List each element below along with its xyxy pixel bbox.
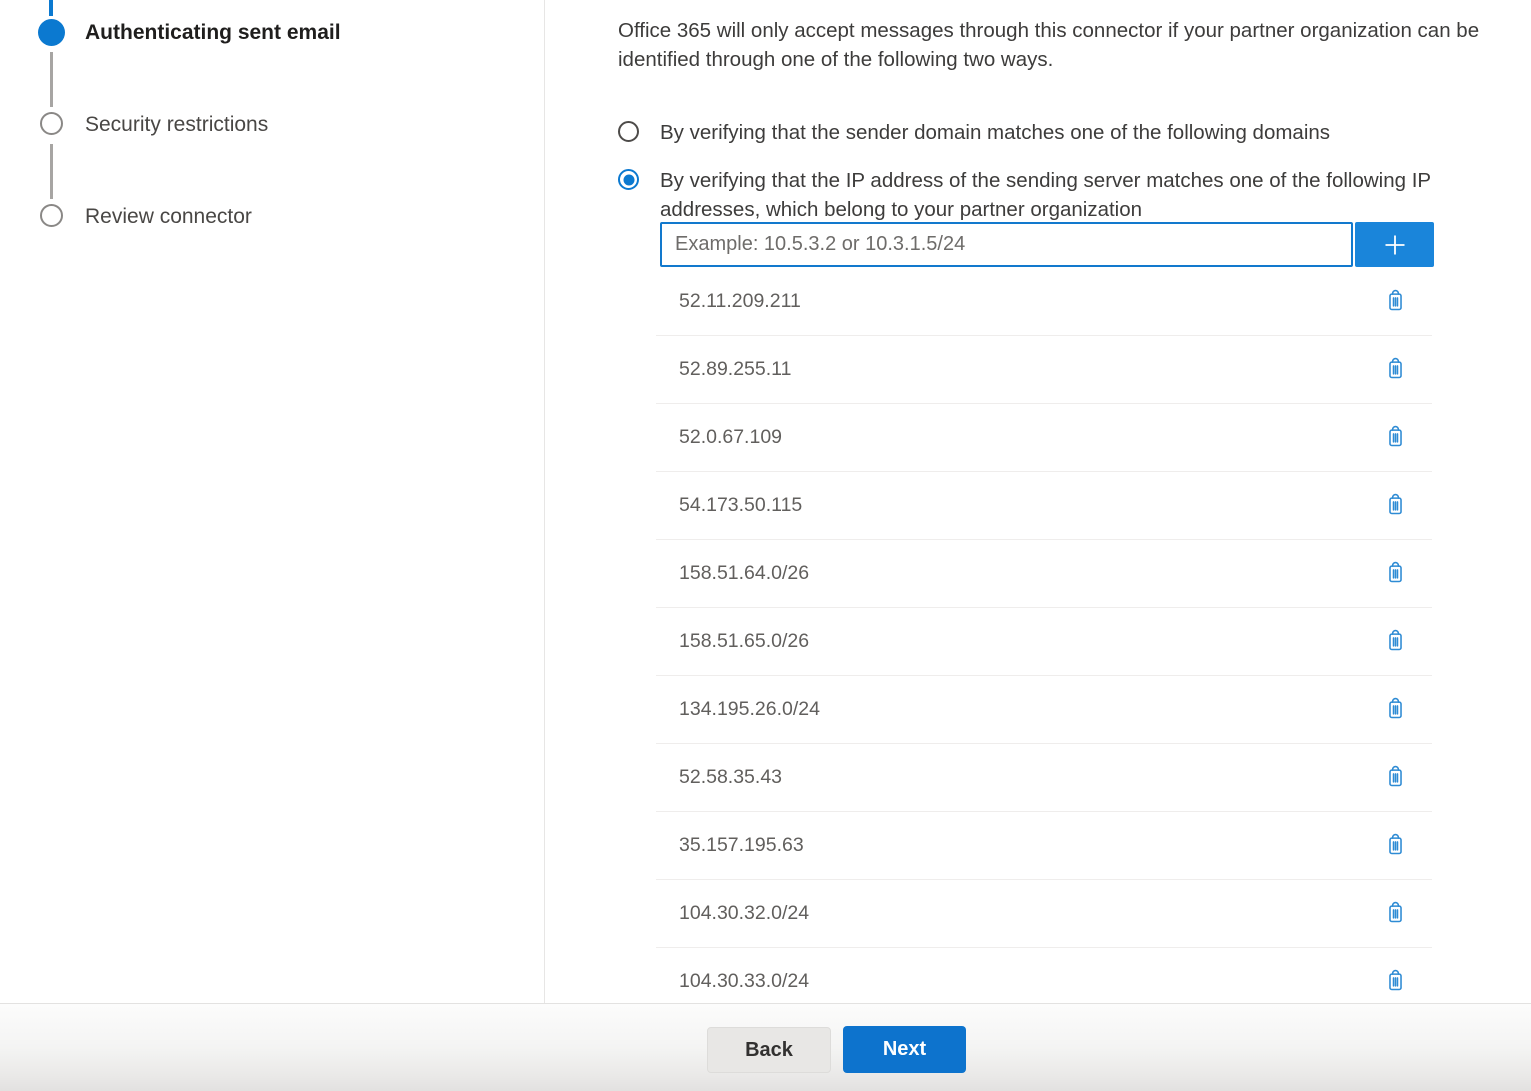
option-verify-ip-address[interactable]: By verifying that the IP address of the … xyxy=(618,166,1478,224)
ip-address-row: 104.30.33.0/24 xyxy=(656,948,1432,1003)
ip-address-value: 52.11.209.211 xyxy=(679,290,801,313)
radio-label-ip-address: By verifying that the IP address of the … xyxy=(660,166,1478,224)
ip-address-row: 158.51.65.0/26 xyxy=(656,608,1432,676)
ip-address-row: 52.58.35.43 xyxy=(656,744,1432,812)
ip-address-row: 52.0.67.109 xyxy=(656,404,1432,472)
delete-ip-button[interactable] xyxy=(1374,893,1416,935)
ip-address-value: 52.0.67.109 xyxy=(679,426,782,449)
trash-icon xyxy=(1383,493,1408,518)
wizard-step-content: Office 365 will only accept messages thr… xyxy=(546,0,1531,1003)
wizard-stepper: Authenticating sent email Security restr… xyxy=(0,0,545,1003)
radio-button-selected[interactable] xyxy=(618,169,639,190)
stepper-connector xyxy=(50,52,53,107)
ip-address-row: 158.51.64.0/26 xyxy=(656,540,1432,608)
delete-ip-button[interactable] xyxy=(1374,281,1416,323)
step-label-authenticating-sent-email: Authenticating sent email xyxy=(85,21,341,45)
ip-address-row: 35.157.195.63 xyxy=(656,812,1432,880)
delete-ip-button[interactable] xyxy=(1374,825,1416,867)
ip-address-value: 158.51.64.0/26 xyxy=(679,562,809,585)
radio-button-unselected[interactable] xyxy=(618,121,639,142)
trash-icon xyxy=(1383,833,1408,858)
delete-ip-button[interactable] xyxy=(1374,961,1416,1003)
step-description: Office 365 will only accept messages thr… xyxy=(618,16,1531,74)
trash-icon xyxy=(1383,901,1408,926)
stepper-progress-line xyxy=(49,0,53,16)
next-button[interactable]: Next xyxy=(843,1026,966,1073)
ip-address-value: 104.30.33.0/24 xyxy=(679,970,809,993)
delete-ip-button[interactable] xyxy=(1374,689,1416,731)
delete-ip-button[interactable] xyxy=(1374,417,1416,459)
ip-address-row: 134.195.26.0/24 xyxy=(656,676,1432,744)
connector-wizard: Authenticating sent email Security restr… xyxy=(0,0,1531,1091)
delete-ip-button[interactable] xyxy=(1374,553,1416,595)
trash-icon xyxy=(1383,425,1408,450)
wizard-footer: Back Next xyxy=(0,1003,1531,1091)
ip-address-row: 54.173.50.115 xyxy=(656,472,1432,540)
option-verify-sender-domain[interactable]: By verifying that the sender domain matc… xyxy=(618,118,1330,147)
ip-address-value: 52.89.255.11 xyxy=(679,358,791,381)
delete-ip-button[interactable] xyxy=(1374,621,1416,663)
ip-address-value: 134.195.26.0/24 xyxy=(679,698,820,721)
trash-icon xyxy=(1383,765,1408,790)
trash-icon xyxy=(1383,357,1408,382)
stepper-connector xyxy=(50,144,53,199)
ip-address-value: 54.173.50.115 xyxy=(679,494,802,517)
ip-address-value: 158.51.65.0/26 xyxy=(679,630,809,653)
trash-icon xyxy=(1383,561,1408,586)
back-button[interactable]: Back xyxy=(707,1027,831,1073)
step-indicator-authenticating-sent-email xyxy=(38,19,65,46)
ip-address-input[interactable] xyxy=(660,222,1353,267)
step-label-review-connector: Review connector xyxy=(85,205,252,229)
step-indicator-review-connector xyxy=(40,204,63,227)
ip-entry-row xyxy=(660,222,1434,267)
ip-address-row: 52.89.255.11 xyxy=(656,336,1432,404)
add-ip-button[interactable] xyxy=(1355,222,1434,267)
trash-icon xyxy=(1383,629,1408,654)
add-icon xyxy=(1380,230,1410,260)
ip-address-value: 104.30.32.0/24 xyxy=(679,902,809,925)
ip-address-row: 104.30.32.0/24 xyxy=(656,880,1432,948)
ip-address-row: 52.11.209.211 xyxy=(656,268,1432,336)
delete-ip-button[interactable] xyxy=(1374,485,1416,527)
delete-ip-button[interactable] xyxy=(1374,349,1416,391)
ip-address-value: 52.58.35.43 xyxy=(679,766,782,789)
step-indicator-security-restrictions xyxy=(40,112,63,135)
radio-label-sender-domain: By verifying that the sender domain matc… xyxy=(660,118,1330,147)
trash-icon xyxy=(1383,697,1408,722)
delete-ip-button[interactable] xyxy=(1374,757,1416,799)
step-label-security-restrictions: Security restrictions xyxy=(85,113,268,137)
trash-icon xyxy=(1383,969,1408,994)
ip-address-list: 52.11.209.211 52.89.255.11 52.0.67.109 xyxy=(656,268,1432,1003)
trash-icon xyxy=(1383,289,1408,314)
ip-address-value: 35.157.195.63 xyxy=(679,834,804,857)
